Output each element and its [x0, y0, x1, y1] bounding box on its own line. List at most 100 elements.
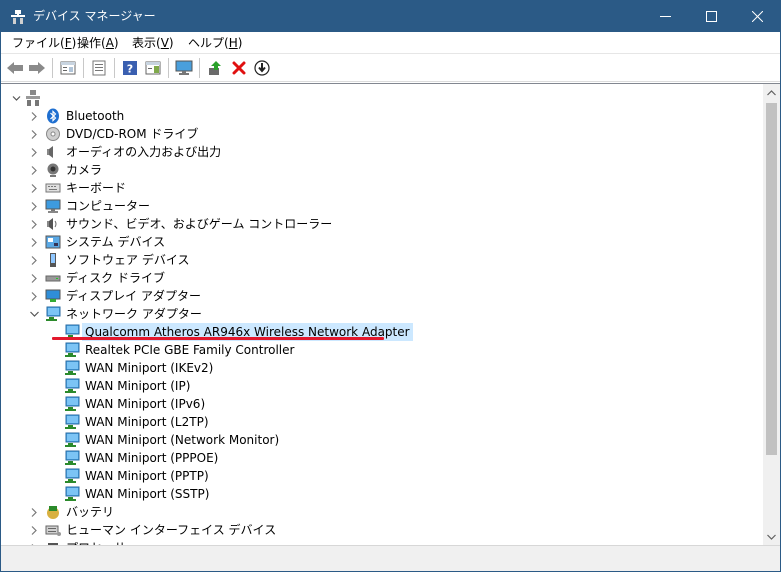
tree-category-label: Bluetooth	[66, 109, 125, 123]
tree-category[interactable]: オーディオの入力および出力	[1, 143, 761, 161]
tree-category[interactable]: ネットワーク アダプター	[1, 305, 761, 323]
status-bar	[1, 545, 780, 571]
tree-category-label: バッテリ	[66, 505, 115, 519]
chevron-right-icon[interactable]	[29, 215, 39, 233]
tree-device[interactable]: WAN Miniport (PPTP)	[1, 467, 761, 485]
forward-button[interactable]	[27, 58, 47, 78]
tree-category[interactable]: キーボード	[1, 179, 761, 197]
tree-device-label: WAN Miniport (IKEv2)	[85, 361, 214, 375]
minimize-icon	[659, 16, 671, 17]
sound-icon	[45, 216, 61, 232]
tree-device[interactable]: WAN Miniport (Network Monitor)	[1, 431, 761, 449]
tree-device-label: WAN Miniport (L2TP)	[85, 415, 209, 429]
tree-category-label: システム デバイス	[66, 235, 166, 249]
tree-device[interactable]: WAN Miniport (L2TP)	[1, 413, 761, 431]
tree-category[interactable]: システム デバイス	[1, 233, 761, 251]
tree-category[interactable]: ディスク ドライブ	[1, 269, 761, 287]
keyboard-icon	[45, 180, 61, 196]
update-driver-button[interactable]	[205, 58, 225, 78]
network-adapter-icon	[64, 342, 80, 358]
battery-icon	[45, 504, 61, 520]
chevron-right-icon[interactable]	[29, 143, 39, 161]
chevron-right-icon[interactable]	[29, 503, 39, 521]
chevron-right-icon[interactable]	[29, 107, 39, 125]
uninstall-button[interactable]	[229, 58, 249, 78]
title-bar[interactable]: デバイス マネージャー	[1, 1, 780, 32]
tree-device[interactable]: Realtek PCIe GBE Family Controller	[1, 341, 761, 359]
tree-category[interactable]: ディスプレイ アダプター	[1, 287, 761, 305]
tree-category[interactable]: Bluetooth	[1, 107, 761, 125]
chevron-right-icon[interactable]	[29, 269, 39, 287]
tree-category[interactable]: DVD/CD-ROM ドライブ	[1, 125, 761, 143]
close-icon	[751, 11, 763, 22]
maximize-button[interactable]	[688, 1, 734, 32]
menu-view[interactable]: 表示(V)	[130, 34, 176, 52]
action-view-button[interactable]	[143, 58, 163, 78]
forward-icon	[29, 62, 45, 74]
scroll-thumb[interactable]	[766, 103, 777, 455]
close-button[interactable]	[734, 1, 780, 32]
device-tree[interactable]: Bluetooth DVD/CD-ROM ドライブオーディオの入力および出力 カメラ…	[1, 83, 763, 545]
tree-category[interactable]: バッテリ	[1, 503, 761, 521]
tree-category-label: ソフトウェア デバイス	[66, 253, 190, 267]
toolbar: ?	[1, 54, 780, 82]
menu-file[interactable]: ファイル(F)	[10, 34, 78, 52]
help-button[interactable]: ?	[120, 58, 140, 78]
scroll-down-button[interactable]	[763, 528, 780, 545]
chevron-right-icon[interactable]	[29, 287, 39, 305]
update-driver-icon	[209, 61, 221, 75]
uninstall-icon	[232, 61, 246, 75]
tree-device[interactable]: WAN Miniport (SSTP)	[1, 485, 761, 503]
network-adapter-icon	[64, 468, 80, 484]
tree-device-label: WAN Miniport (PPPOE)	[85, 451, 219, 465]
chevron-right-icon[interactable]	[29, 197, 39, 215]
tree-category-label: ヒューマン インターフェイス デバイス	[66, 523, 277, 537]
tree-device-label: WAN Miniport (Network Monitor)	[85, 433, 280, 447]
menu-help[interactable]: ヘルプ(H)	[186, 34, 244, 52]
scan-hardware-button[interactable]	[252, 58, 272, 78]
tree-category[interactable]: サウンド、ビデオ、およびゲーム コントローラー	[1, 215, 761, 233]
chevron-right-icon[interactable]	[29, 161, 39, 179]
tree-category-label: DVD/CD-ROM ドライブ	[66, 127, 199, 141]
device-list-button[interactable]	[89, 58, 109, 78]
disk-drive-icon	[45, 270, 61, 286]
chevron-right-icon[interactable]	[29, 521, 39, 539]
tree-category[interactable]: コンピューター	[1, 197, 761, 215]
network-adapter-icon	[64, 414, 80, 430]
action-view-icon	[145, 61, 161, 75]
speaker-icon	[45, 144, 61, 160]
tree-device-label: WAN Miniport (IPv6)	[85, 397, 206, 411]
vertical-scrollbar[interactable]	[763, 83, 780, 545]
tree-device-label: WAN Miniport (IP)	[85, 379, 191, 393]
tree-device[interactable]: WAN Miniport (IKEv2)	[1, 359, 761, 377]
tree-category[interactable]: ヒューマン インターフェイス デバイス	[1, 521, 761, 539]
collapse-chevron-icon[interactable]	[11, 89, 21, 107]
camera-icon	[45, 162, 61, 178]
chevron-right-icon[interactable]	[29, 179, 39, 197]
chevron-right-icon[interactable]	[29, 251, 39, 269]
minimize-button[interactable]	[642, 1, 688, 32]
chevron-down-icon[interactable]	[29, 305, 39, 323]
maximize-icon	[705, 11, 717, 22]
tree-device[interactable]: WAN Miniport (IP)	[1, 377, 761, 395]
red-underline-annotation	[52, 337, 384, 340]
chevron-right-icon[interactable]	[29, 233, 39, 251]
tree-device[interactable]: WAN Miniport (IPv6)	[1, 395, 761, 413]
monitor-button[interactable]	[174, 58, 194, 78]
device-manager-icon	[11, 10, 25, 24]
network-adapter-icon	[64, 432, 80, 448]
back-button[interactable]	[5, 58, 25, 78]
tree-device[interactable]: WAN Miniport (PPPOE)	[1, 449, 761, 467]
computer-icon	[45, 198, 61, 214]
tree-category[interactable]: ソフトウェア デバイス	[1, 251, 761, 269]
tree-device-label: WAN Miniport (SSTP)	[85, 487, 210, 501]
tree-category[interactable]: カメラ	[1, 161, 761, 179]
system-device-icon	[45, 234, 61, 250]
window-title: デバイス マネージャー	[33, 9, 156, 23]
tree-category-label: コンピューター	[66, 199, 151, 213]
tree-root[interactable]	[1, 89, 761, 107]
menu-action[interactable]: 操作(A)	[75, 34, 121, 52]
scroll-up-button[interactable]	[763, 84, 780, 101]
chevron-right-icon[interactable]	[29, 125, 39, 143]
properties-view-button[interactable]	[58, 58, 78, 78]
